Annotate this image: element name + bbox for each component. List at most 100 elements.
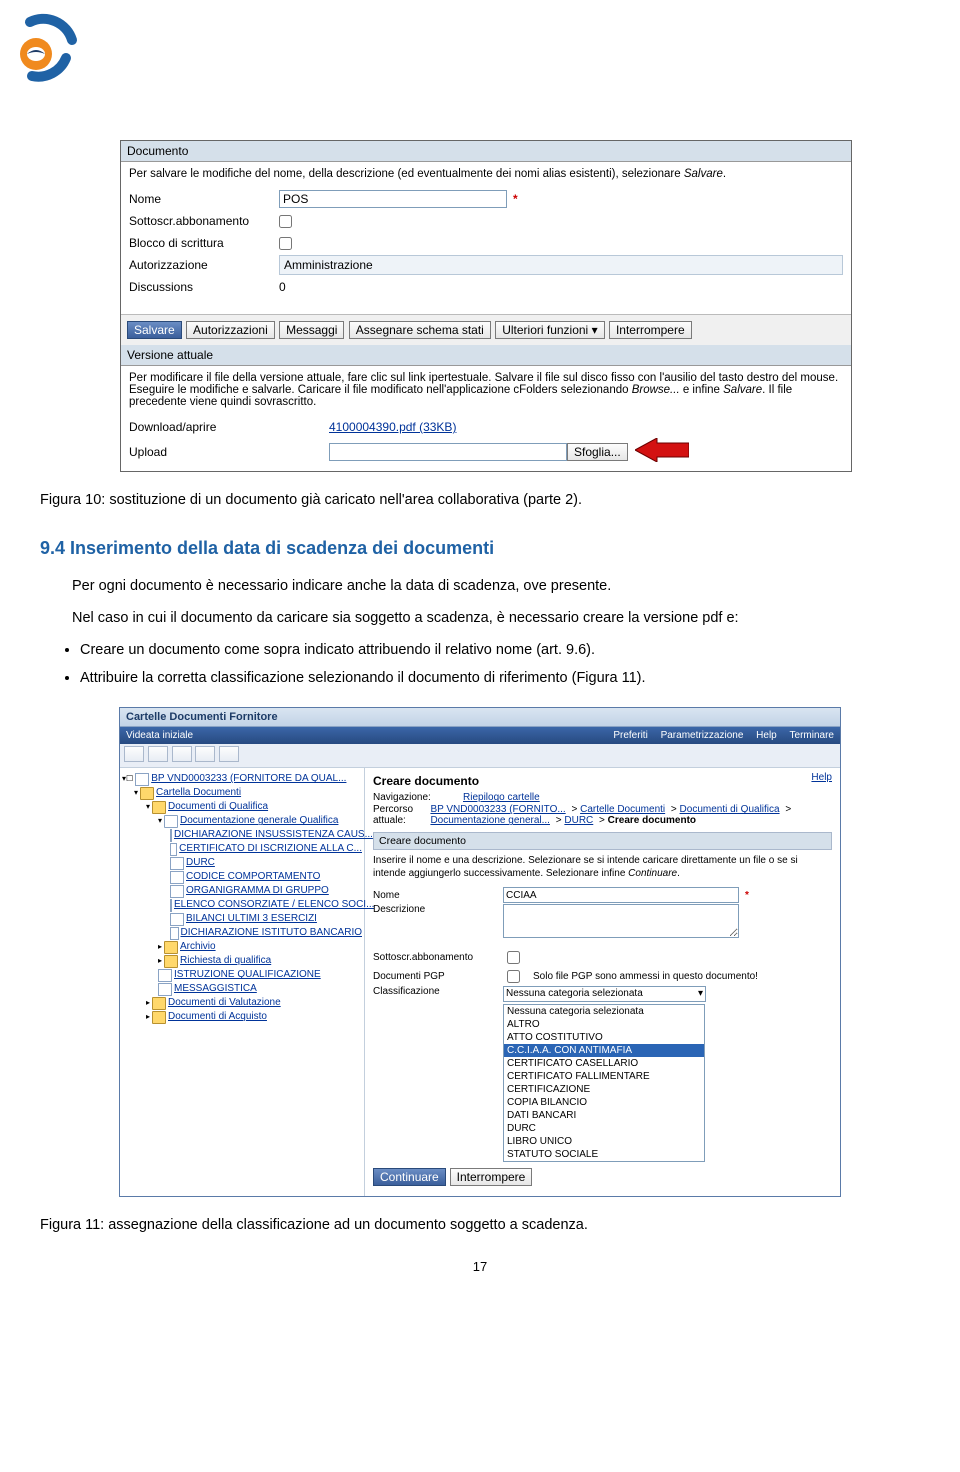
section-heading: 9.4 Inserimento della data di scadenza d… <box>40 538 920 559</box>
nav-parametrizzazione[interactable]: Parametrizzazione <box>661 730 744 741</box>
tree-item[interactable]: CERTIFICATO DI ISCRIZIONE ALLA C... <box>122 842 362 856</box>
listbox-option[interactable]: DURC <box>504 1122 704 1135</box>
toolbar-icon[interactable] <box>172 746 192 762</box>
tree-item[interactable]: ▸Documenti di Valutazione <box>122 996 362 1010</box>
figure11-caption: Figura 11: assegnazione della classifica… <box>40 1217 920 1233</box>
page-icon <box>170 871 184 884</box>
folder-icon <box>164 941 178 954</box>
crumb[interactable]: Cartelle Documenti <box>580 804 665 815</box>
descrizione-input[interactable] <box>503 904 739 938</box>
tree-item[interactable]: ▾Cartella Documenti <box>122 786 362 800</box>
tree-item[interactable]: MESSAGGISTICA <box>122 982 362 996</box>
nome-input[interactable] <box>279 190 507 208</box>
tree-item[interactable]: ISTRUZIONE QUALIFICAZIONE <box>122 968 362 982</box>
download-link[interactable]: 4100004390.pdf (33KB) <box>329 420 456 434</box>
upload-path-input[interactable] <box>329 443 567 461</box>
toolbar-icon[interactable] <box>124 746 144 762</box>
page-icon <box>170 913 184 926</box>
blocco-checkbox[interactable] <box>279 237 292 250</box>
autorizzazione-value: Amministrazione <box>279 255 843 275</box>
page-icon <box>170 927 179 940</box>
sottoscr2-checkbox[interactable] <box>507 951 520 964</box>
label-discussions: Discussions <box>129 280 279 294</box>
label-upload: Upload <box>129 445 329 459</box>
folder-tree: ▾☐BP VND0003233 (FORNITORE DA QUAL...▾Ca… <box>120 768 365 1196</box>
autorizzazioni-button[interactable]: Autorizzazioni <box>186 321 275 339</box>
logo <box>10 10 85 85</box>
classificazione-listbox[interactable]: Nessuna categoria selezionataALTROATTO C… <box>503 1004 705 1162</box>
listbox-option[interactable]: ATTO COSTITUTIVO <box>504 1031 704 1044</box>
label-sottoscr2: Sottoscr.abbonamento <box>373 952 503 963</box>
crumb[interactable]: Documenti di Qualifica <box>680 804 780 815</box>
main-title: Creare documento <box>373 774 832 788</box>
folder-icon <box>164 815 178 828</box>
listbox-option[interactable]: C.C.I.A.A. CON ANTIMAFIA <box>504 1044 704 1057</box>
nav-preferiti[interactable]: Preferiti <box>613 730 647 741</box>
bullet-2: Attribuire la corretta classificazione s… <box>80 668 920 690</box>
listbox-option[interactable]: DATI BANCARI <box>504 1109 704 1122</box>
tree-item[interactable]: ▸Richiesta di qualifica <box>122 954 362 968</box>
crumb[interactable]: BP VND0003233 (FORNITO... <box>430 804 565 815</box>
toolbar-icon[interactable] <box>219 746 239 762</box>
listbox-option[interactable]: ALTRO <box>504 1018 704 1031</box>
tree-item[interactable]: DICHIARAZIONE INSUSSISTENZA CAUS... <box>122 828 362 842</box>
toolbar-icon[interactable] <box>148 746 168 762</box>
listbox-option[interactable]: CERTIFICATO FALLIMENTARE <box>504 1070 704 1083</box>
app-title: Cartelle Documenti Fornitore <box>120 708 840 727</box>
listbox-option[interactable]: Nessuna categoria selezionata <box>504 1005 704 1018</box>
label-nome: Nome <box>129 192 279 206</box>
toolbar-icon[interactable] <box>195 746 215 762</box>
messaggi-button[interactable]: Messaggi <box>279 321 344 339</box>
nav-terminare[interactable]: Terminare <box>790 730 834 741</box>
ulteriori-funzioni-button[interactable]: Ulteriori funzioni ▾ <box>495 321 604 339</box>
classificazione-select[interactable]: Nessuna categoria selezionata ▾ <box>503 986 706 1002</box>
app-toolbar <box>120 744 840 768</box>
tree-item[interactable]: ELENCO CONSORZIATE / ELENCO SOCI... <box>122 898 362 912</box>
nome2-input[interactable] <box>503 887 739 903</box>
tree-item[interactable]: DICHIARAZIONE ISTITUTO BANCARIO <box>122 926 362 940</box>
embedded-app-crea-documento: Cartelle Documenti Fornitore Videata ini… <box>119 707 841 1197</box>
pgp-checkbox[interactable] <box>507 970 520 983</box>
tree-item[interactable]: ▾Documentazione generale Qualifica <box>122 814 362 828</box>
listbox-option[interactable]: COPIA BILANCIO <box>504 1096 704 1109</box>
page-icon <box>158 969 172 982</box>
subsection-note: Inserire il nome e una descrizione. Sele… <box>373 854 832 880</box>
crumb[interactable]: Documentazione general... <box>430 815 550 826</box>
continuare-button[interactable]: Continuare <box>373 1168 446 1186</box>
listbox-option[interactable]: LIBRO UNICO <box>504 1135 704 1148</box>
tree-item[interactable]: ▾☐BP VND0003233 (FORNITORE DA QUAL... <box>122 772 362 786</box>
arrow-icon <box>635 438 689 465</box>
folder-icon <box>140 787 154 800</box>
tree-item[interactable]: DURC <box>122 856 362 870</box>
required-star: * <box>513 192 518 206</box>
listbox-option[interactable]: CERTIFICATO CASELLARIO <box>504 1057 704 1070</box>
label-descrizione: Descrizione <box>373 904 503 915</box>
tree-item[interactable]: ▾Documenti di Qualifica <box>122 800 362 814</box>
riepilogo-link[interactable]: Riepilogo cartelle <box>463 792 540 803</box>
assegnare-schema-button[interactable]: Assegnare schema stati <box>349 321 491 339</box>
section-header-documento: Documento <box>121 141 851 162</box>
interrompere2-button[interactable]: Interrompere <box>450 1168 533 1186</box>
tree-item[interactable]: ▸Archivio <box>122 940 362 954</box>
tree-item[interactable]: ORGANIGRAMMA DI GRUPPO <box>122 884 362 898</box>
label-download: Download/aprire <box>129 420 329 434</box>
tree-item[interactable]: BILANCI ULTIMI 3 ESERCIZI <box>122 912 362 926</box>
listbox-option[interactable]: STATUTO SOCIALE <box>504 1148 704 1161</box>
help-link[interactable]: Help <box>811 772 832 783</box>
folder-icon <box>152 1011 166 1024</box>
sottoscr-checkbox[interactable] <box>279 215 292 228</box>
salvare-button[interactable]: Salvare <box>127 321 182 339</box>
embedded-dialog-documento: Documento Per salvare le modifiche del n… <box>120 140 852 472</box>
sfoglia-button[interactable]: Sfoglia... <box>567 443 628 461</box>
label-nome2: Nome <box>373 890 503 901</box>
folder-icon <box>152 801 166 814</box>
page-icon <box>170 829 172 842</box>
listbox-option[interactable]: CERTIFICAZIONE <box>504 1083 704 1096</box>
tree-item[interactable]: ▸Documenti di Acquisto <box>122 1010 362 1024</box>
nav-left[interactable]: Videata iniziale <box>126 730 193 741</box>
main-panel: Help Creare documento Navigazione: Riepi… <box>365 768 840 1196</box>
interrompere-button[interactable]: Interrompere <box>609 321 692 339</box>
nav-help[interactable]: Help <box>756 730 777 741</box>
tree-item[interactable]: CODICE COMPORTAMENTO <box>122 870 362 884</box>
crumb[interactable]: DURC <box>564 815 593 826</box>
